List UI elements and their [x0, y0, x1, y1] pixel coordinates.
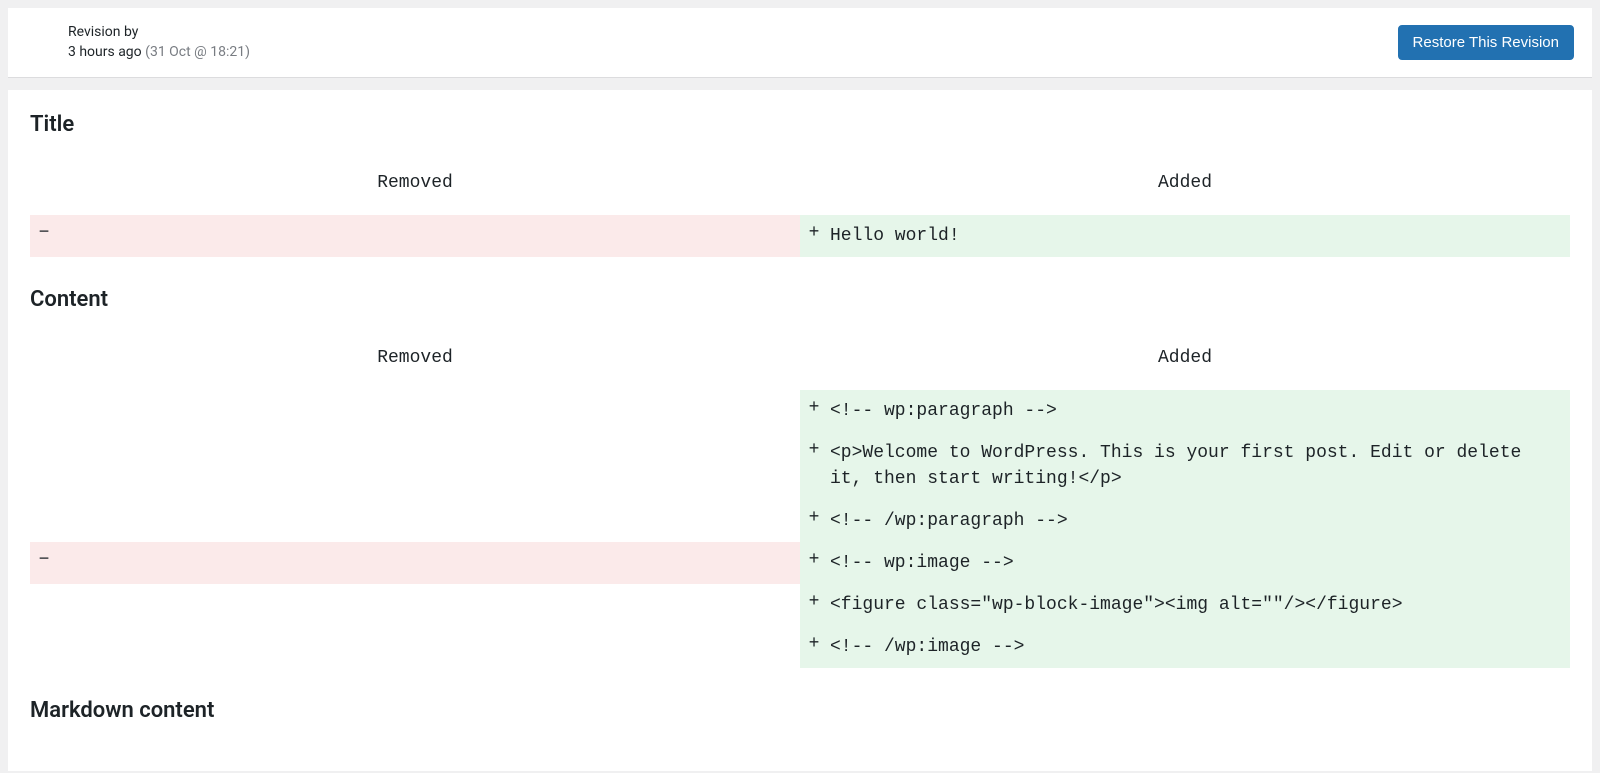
diff-row: +<figure class="wp-block-image"><img alt…	[30, 584, 1570, 626]
diff-table: RemovedAdded − +Hello world!	[30, 155, 1570, 257]
plus-icon: +	[800, 432, 828, 500]
minus-icon: −	[30, 215, 58, 257]
revision-by-label: Revision by	[68, 22, 250, 42]
section-heading: Markdown content	[30, 698, 1570, 723]
removed-line	[58, 542, 800, 584]
revision-relative-time: 3 hours ago	[68, 44, 142, 60]
empty-marker	[30, 584, 58, 626]
plus-icon: +	[800, 542, 828, 584]
added-column-header: Added	[800, 155, 1570, 215]
revision-header: Revision by 3 hours ago (31 Oct @ 18:21)…	[8, 8, 1592, 78]
diff-row: +<!-- wp:paragraph -->	[30, 390, 1570, 432]
diff-row: +<!-- /wp:paragraph -->	[30, 500, 1570, 542]
added-line: Hello world!	[828, 215, 1570, 257]
diff-row: − +<!-- wp:image -->	[30, 542, 1570, 584]
empty-marker	[30, 626, 58, 668]
diff-table: RemovedAdded+<!-- wp:paragraph -->+<p>We…	[30, 330, 1570, 669]
plus-icon: +	[800, 584, 828, 626]
plus-icon: +	[800, 390, 828, 432]
revision-absolute-time: (31 Oct @ 18:21)	[145, 44, 250, 60]
empty-cell	[58, 626, 800, 668]
removed-column-header: Removed	[30, 155, 800, 215]
diff-row: − +Hello world!	[30, 215, 1570, 257]
added-column-header: Added	[800, 330, 1570, 390]
empty-cell	[58, 432, 800, 500]
added-line: <figure class="wp-block-image"><img alt=…	[828, 584, 1570, 626]
empty-cell	[58, 584, 800, 626]
added-line: <!-- /wp:paragraph -->	[828, 500, 1570, 542]
added-line: <!-- /wp:image -->	[828, 626, 1570, 668]
added-line: <p>Welcome to WordPress. This is your fi…	[828, 432, 1570, 500]
revision-time-line: 3 hours ago (31 Oct @ 18:21)	[68, 42, 250, 62]
empty-marker	[30, 432, 58, 500]
section-heading: Title	[30, 112, 1570, 137]
removed-column-header: Removed	[30, 330, 800, 390]
added-line: <!-- wp:image -->	[828, 542, 1570, 584]
empty-marker	[30, 500, 58, 542]
section-heading: Content	[30, 287, 1570, 312]
empty-cell	[58, 390, 800, 432]
empty-cell	[58, 500, 800, 542]
empty-marker	[30, 390, 58, 432]
diff-row: +<p>Welcome to WordPress. This is your f…	[30, 432, 1570, 500]
diff-row: +<!-- /wp:image -->	[30, 626, 1570, 668]
removed-line	[58, 215, 800, 257]
minus-icon: −	[30, 542, 58, 584]
plus-icon: +	[800, 215, 828, 257]
plus-icon: +	[800, 626, 828, 668]
plus-icon: +	[800, 500, 828, 542]
diff-panel: TitleRemovedAdded−+Hello world!ContentRe…	[8, 90, 1592, 772]
revision-meta: Revision by 3 hours ago (31 Oct @ 18:21)	[68, 22, 250, 63]
added-line: <!-- wp:paragraph -->	[828, 390, 1570, 432]
restore-revision-button[interactable]: Restore This Revision	[1398, 25, 1574, 60]
